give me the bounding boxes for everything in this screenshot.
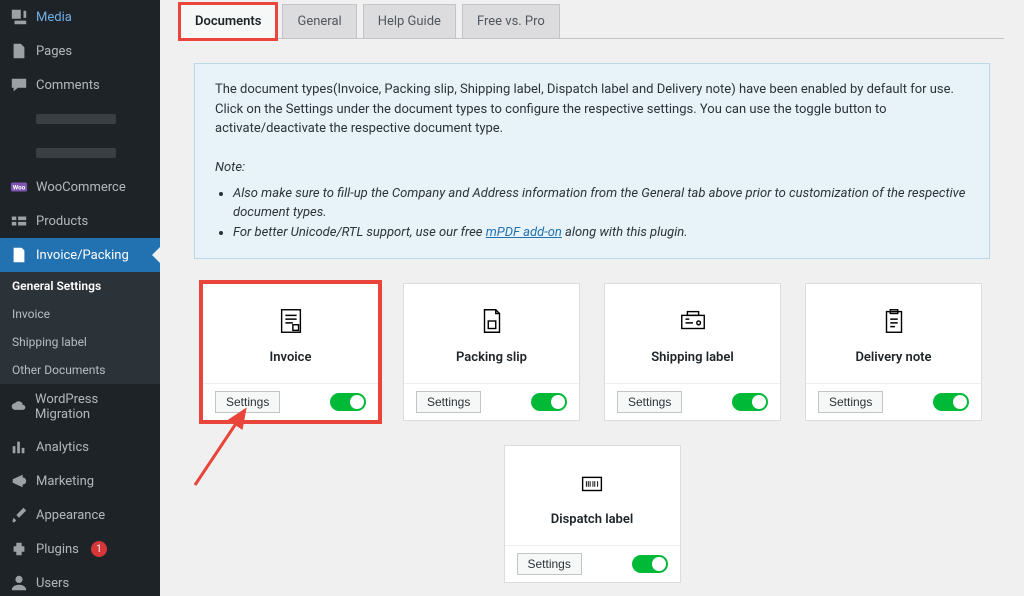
card-invoice: Invoice Settings [202, 283, 379, 421]
cloud-icon [10, 398, 27, 416]
shipping-label-icon [678, 306, 708, 340]
packing-slip-toggle[interactable] [531, 393, 567, 411]
megaphone-icon [10, 472, 28, 490]
submenu-other-documents[interactable]: Other Documents [0, 356, 160, 384]
woo-icon: Woo [10, 178, 28, 196]
packing-slip-icon [477, 306, 507, 340]
sidebar-item-marketing[interactable]: Marketing [0, 464, 160, 498]
page-icon [10, 42, 28, 60]
sidebar-item-label: Pages [36, 44, 72, 59]
invoice-settings-button[interactable]: Settings [215, 391, 280, 413]
sidebar-item-invoice-packing[interactable]: Invoice/Packing [0, 238, 160, 272]
info-notice: The document types(Invoice, Packing slip… [194, 63, 990, 259]
card-dispatch-label: Dispatch label Settings [504, 445, 681, 583]
document-icon [10, 246, 28, 264]
card-title: Delivery note [855, 350, 931, 365]
main-content: Documents General Help Guide Free vs. Pr… [160, 0, 1024, 596]
notice-intro: The document types(Invoice, Packing slip… [215, 80, 969, 139]
document-cards-row1: Invoice Settings Packing slip Settings [180, 283, 1004, 421]
sidebar-item-label: Appearance [36, 508, 105, 523]
notice-bullet-2-suffix: along with this plugin. [562, 225, 688, 240]
submenu-general-settings[interactable]: General Settings [0, 272, 160, 300]
sidebar-item-wp-migration[interactable]: WordPress Migration [0, 384, 160, 430]
sidebar-item-label: WooCommerce [36, 180, 126, 195]
submenu-invoice[interactable]: Invoice [0, 300, 160, 328]
invoice-icon [276, 306, 306, 340]
notice-bullet-1: Also make sure to fill-up the Company an… [233, 186, 965, 221]
dispatch-label-settings-button[interactable]: Settings [517, 553, 582, 575]
sidebar-item-appearance[interactable]: Appearance [0, 498, 160, 532]
sidebar-item-comments[interactable]: Comments [0, 68, 160, 102]
brush-icon [10, 506, 28, 524]
document-cards-row2: Dispatch label Settings [180, 445, 1004, 583]
admin-sidebar: Media Pages Comments Woo WooCommerce Prod… [0, 0, 160, 596]
card-shipping-label: Shipping label Settings [604, 283, 781, 421]
sidebar-item-label: Products [36, 214, 88, 229]
blank-icon [10, 110, 28, 128]
svg-text:Woo: Woo [13, 184, 26, 192]
shipping-label-toggle[interactable] [732, 393, 768, 411]
tab-documents[interactable]: Documents [180, 4, 276, 39]
card-delivery-note: Delivery note Settings [805, 283, 982, 421]
invoice-toggle[interactable] [330, 393, 366, 411]
sidebar-item-label [36, 114, 116, 124]
delivery-note-toggle[interactable] [933, 393, 969, 411]
sidebar-item-products[interactable]: Products [0, 204, 160, 238]
card-title: Dispatch label [551, 512, 634, 527]
sidebar-item-label: Media [36, 10, 72, 25]
sidebar-item-users[interactable]: Users [0, 566, 160, 596]
sidebar-item-analytics[interactable]: Analytics [0, 430, 160, 464]
sidebar-item-pages[interactable]: Pages [0, 34, 160, 68]
sidebar-item-label: WordPress Migration [35, 392, 150, 422]
sidebar-item-label: Marketing [36, 474, 94, 489]
update-badge: 1 [91, 541, 107, 557]
sidebar-item-label: Plugins [36, 542, 79, 557]
shipping-label-settings-button[interactable]: Settings [617, 391, 682, 413]
sidebar-item-media[interactable]: Media [0, 0, 160, 34]
sidebar-item-woocommerce[interactable]: Woo WooCommerce [0, 170, 160, 204]
sidebar-item-label [36, 148, 116, 158]
packing-slip-settings-button[interactable]: Settings [416, 391, 481, 413]
sidebar-item-label: Analytics [36, 440, 89, 455]
notice-bullet-2-prefix: For better Unicode/RTL support, use our … [233, 225, 486, 240]
sidebar-item-plugins[interactable]: Plugins 1 [0, 532, 160, 566]
tab-general[interactable]: General [282, 4, 356, 38]
dispatch-label-toggle[interactable] [632, 555, 668, 573]
card-title: Packing slip [456, 350, 527, 365]
card-title: Invoice [270, 350, 312, 365]
mpdf-addon-link[interactable]: mPDF add-on [486, 225, 562, 240]
blank-icon [10, 144, 28, 162]
delivery-note-icon [879, 306, 909, 340]
dispatch-label-icon [577, 468, 607, 502]
card-title: Shipping label [651, 350, 734, 365]
sidebar-item-label: Users [36, 576, 69, 591]
products-icon [10, 212, 28, 230]
submenu-shipping-label[interactable]: Shipping label [0, 328, 160, 356]
chart-icon [10, 438, 28, 456]
user-icon [10, 574, 28, 592]
tab-bar: Documents General Help Guide Free vs. Pr… [180, 4, 1004, 39]
sidebar-submenu: General Settings Invoice Shipping label … [0, 272, 160, 384]
tab-help-guide[interactable]: Help Guide [363, 4, 456, 38]
comment-icon [10, 76, 28, 94]
card-packing-slip: Packing slip Settings [403, 283, 580, 421]
sidebar-item-redacted[interactable] [0, 136, 160, 170]
tab-free-vs-pro[interactable]: Free vs. Pro [462, 4, 560, 38]
notice-note-label: Note: [215, 160, 245, 175]
delivery-note-settings-button[interactable]: Settings [818, 391, 883, 413]
sidebar-item-label: Invoice/Packing [36, 248, 129, 263]
sidebar-item-label: Comments [36, 78, 100, 93]
plugin-icon [10, 540, 28, 558]
media-icon [10, 8, 28, 26]
sidebar-item-redacted[interactable] [0, 102, 160, 136]
